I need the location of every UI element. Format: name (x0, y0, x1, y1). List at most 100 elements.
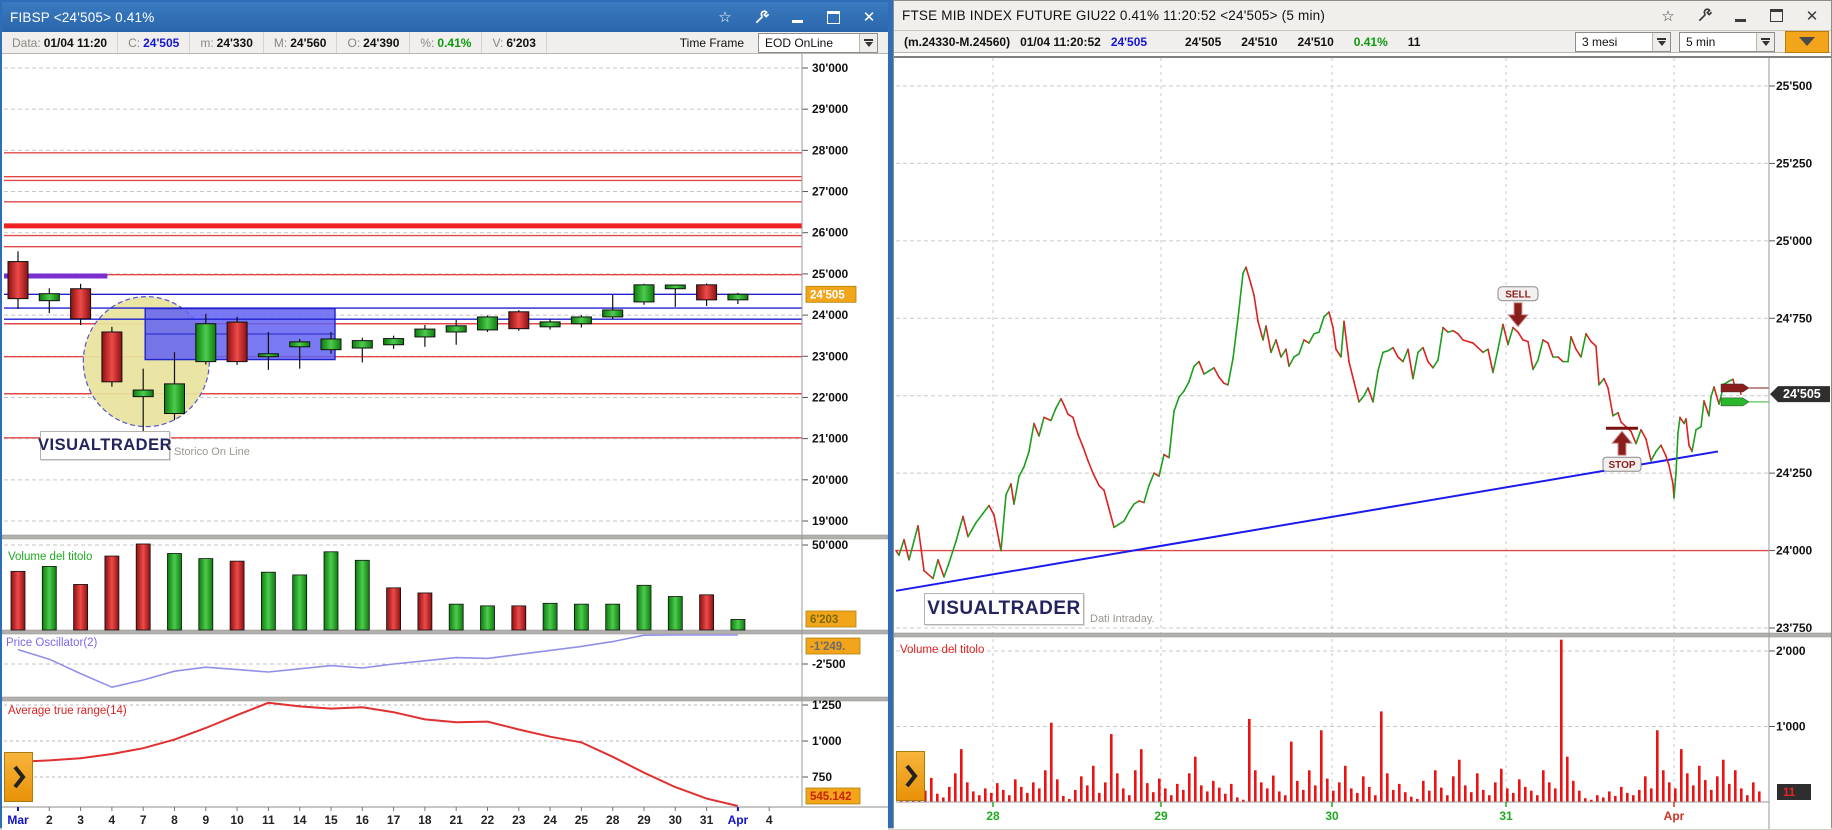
y-axis-tick: 25'000 (1776, 234, 1813, 248)
titlebar-ftse[interactable]: FTSE MIB INDEX FUTURE GIU22 0.41% 11:20:… (894, 1, 1831, 31)
volume-bar[interactable] (730, 619, 746, 631)
maximize-button[interactable] (822, 7, 844, 27)
volume-bar[interactable] (260, 571, 276, 631)
svg-text:-2'500: -2'500 (812, 657, 846, 671)
candle[interactable] (602, 309, 624, 318)
volume-bar (1746, 795, 1749, 802)
x-axis-label: 28 (986, 809, 1000, 823)
timeframe-select[interactable]: EOD OnLine (758, 32, 878, 53)
minimize-button[interactable] (1729, 6, 1751, 26)
volume-bar[interactable] (699, 594, 714, 631)
volume-bar (1650, 788, 1653, 802)
candle[interactable] (445, 325, 467, 333)
volume-bar[interactable] (605, 603, 621, 631)
volume-bar[interactable] (448, 603, 464, 631)
candle[interactable] (539, 321, 561, 328)
volume-bar[interactable] (104, 555, 120, 631)
volume-bar[interactable] (354, 559, 370, 631)
minimize-button[interactable] (786, 7, 808, 27)
volume-bar[interactable] (574, 603, 589, 631)
svg-text:24'505: 24'505 (810, 289, 845, 301)
tools-wrench-icon[interactable] (750, 7, 772, 27)
period-select[interactable]: 3 mesi (1575, 31, 1671, 52)
volume-bar[interactable] (10, 570, 26, 631)
svg-text:SELL: SELL (1505, 290, 1531, 301)
dropdown-arrow-icon[interactable] (1652, 32, 1670, 51)
candle[interactable] (132, 389, 154, 398)
volume-bar (1632, 795, 1635, 802)
volume-bar (1200, 785, 1203, 802)
candle[interactable] (195, 323, 217, 363)
fibsp-chart-canvas[interactable]: 30'000 29'000 28'000 27'000 26'000 25'000 24'0… (2, 2, 888, 830)
x-axis-label: 25 (575, 813, 589, 827)
candle[interactable] (38, 293, 60, 302)
favorite-star-icon[interactable]: ☆ (1657, 6, 1679, 26)
volume-bar[interactable] (167, 553, 182, 631)
volume-bar[interactable] (386, 587, 402, 631)
candle[interactable] (351, 340, 373, 349)
volume-bar (1128, 795, 1131, 802)
volume-bar[interactable] (636, 584, 652, 631)
candle[interactable] (633, 284, 655, 303)
volume-bar[interactable] (511, 605, 527, 631)
candle[interactable] (696, 284, 718, 301)
timeframe-label: Time Frame (679, 35, 744, 50)
volume-bar (1536, 795, 1539, 802)
volume-bar[interactable] (229, 560, 245, 631)
svg-text:-1'249.: -1'249. (810, 641, 845, 653)
y-axis-tick: 29'000 (812, 102, 849, 116)
visualtrader-logo: VISUALTRADER (38, 431, 172, 460)
volume-bar (1404, 792, 1407, 802)
maximize-button[interactable] (1765, 6, 1787, 26)
volume-bar[interactable] (667, 596, 683, 631)
candle[interactable] (414, 328, 436, 338)
dropdown-arrow-icon[interactable] (1756, 32, 1774, 51)
volume-bar (1728, 783, 1731, 802)
close-button[interactable]: ✕ (1801, 6, 1823, 26)
close-button[interactable]: ✕ (858, 7, 880, 27)
field-date: Data: 01/04 11:20 (2, 32, 119, 53)
candle[interactable] (70, 288, 92, 320)
volume-bar[interactable] (292, 574, 308, 631)
candle[interactable] (101, 331, 123, 383)
candle[interactable] (164, 383, 185, 415)
candle[interactable] (257, 353, 279, 358)
candle[interactable] (727, 293, 749, 301)
volume-bar[interactable] (480, 605, 495, 631)
tools-wrench-icon[interactable] (1693, 6, 1715, 26)
volume-bar[interactable] (198, 558, 214, 631)
x-axis-label: 17 (387, 813, 401, 827)
candle[interactable] (664, 284, 686, 290)
volume-bar (1566, 756, 1569, 802)
volume-bar (1110, 734, 1113, 802)
candle[interactable] (226, 321, 248, 363)
volume-bar (1206, 791, 1209, 802)
volume-bar (1218, 787, 1221, 802)
candle[interactable] (570, 316, 592, 325)
candle[interactable] (383, 338, 405, 346)
volume-bar[interactable] (417, 592, 433, 631)
volume-bar (1284, 795, 1287, 802)
dropdown-arrow-icon[interactable] (859, 33, 877, 52)
timeframe-select[interactable]: 5 min (1679, 31, 1775, 52)
candle[interactable] (320, 338, 342, 351)
favorite-star-icon[interactable]: ☆ (714, 7, 736, 27)
candle[interactable] (7, 261, 29, 300)
x-axis-label: 31 (700, 813, 714, 827)
expand-panel-button[interactable] (1785, 30, 1829, 53)
volume-bar (1308, 770, 1311, 802)
quote-toolbar: (m.24330-M.24560) 01/04 11:20:52 24'505 … (894, 30, 1831, 53)
ftse-chart-canvas[interactable]: 25'50025'25025'00024'75024'25024'00023'7… (894, 1, 1831, 829)
volume-bar[interactable] (135, 543, 151, 631)
volume-bar[interactable] (542, 602, 558, 631)
panel-expand-button[interactable] (4, 752, 33, 802)
titlebar-fibsp[interactable]: FIBSP <24'505> 0.41% ☆ ✕ (2, 2, 888, 32)
volume-bar[interactable] (323, 551, 339, 631)
volume-bar[interactable] (73, 584, 88, 631)
volume-bar[interactable] (41, 566, 57, 631)
candle[interactable] (289, 341, 311, 348)
panel-expand-button[interactable] (896, 751, 925, 801)
candle[interactable] (508, 311, 530, 330)
candle[interactable] (477, 316, 498, 331)
volume-bar (1320, 730, 1323, 802)
